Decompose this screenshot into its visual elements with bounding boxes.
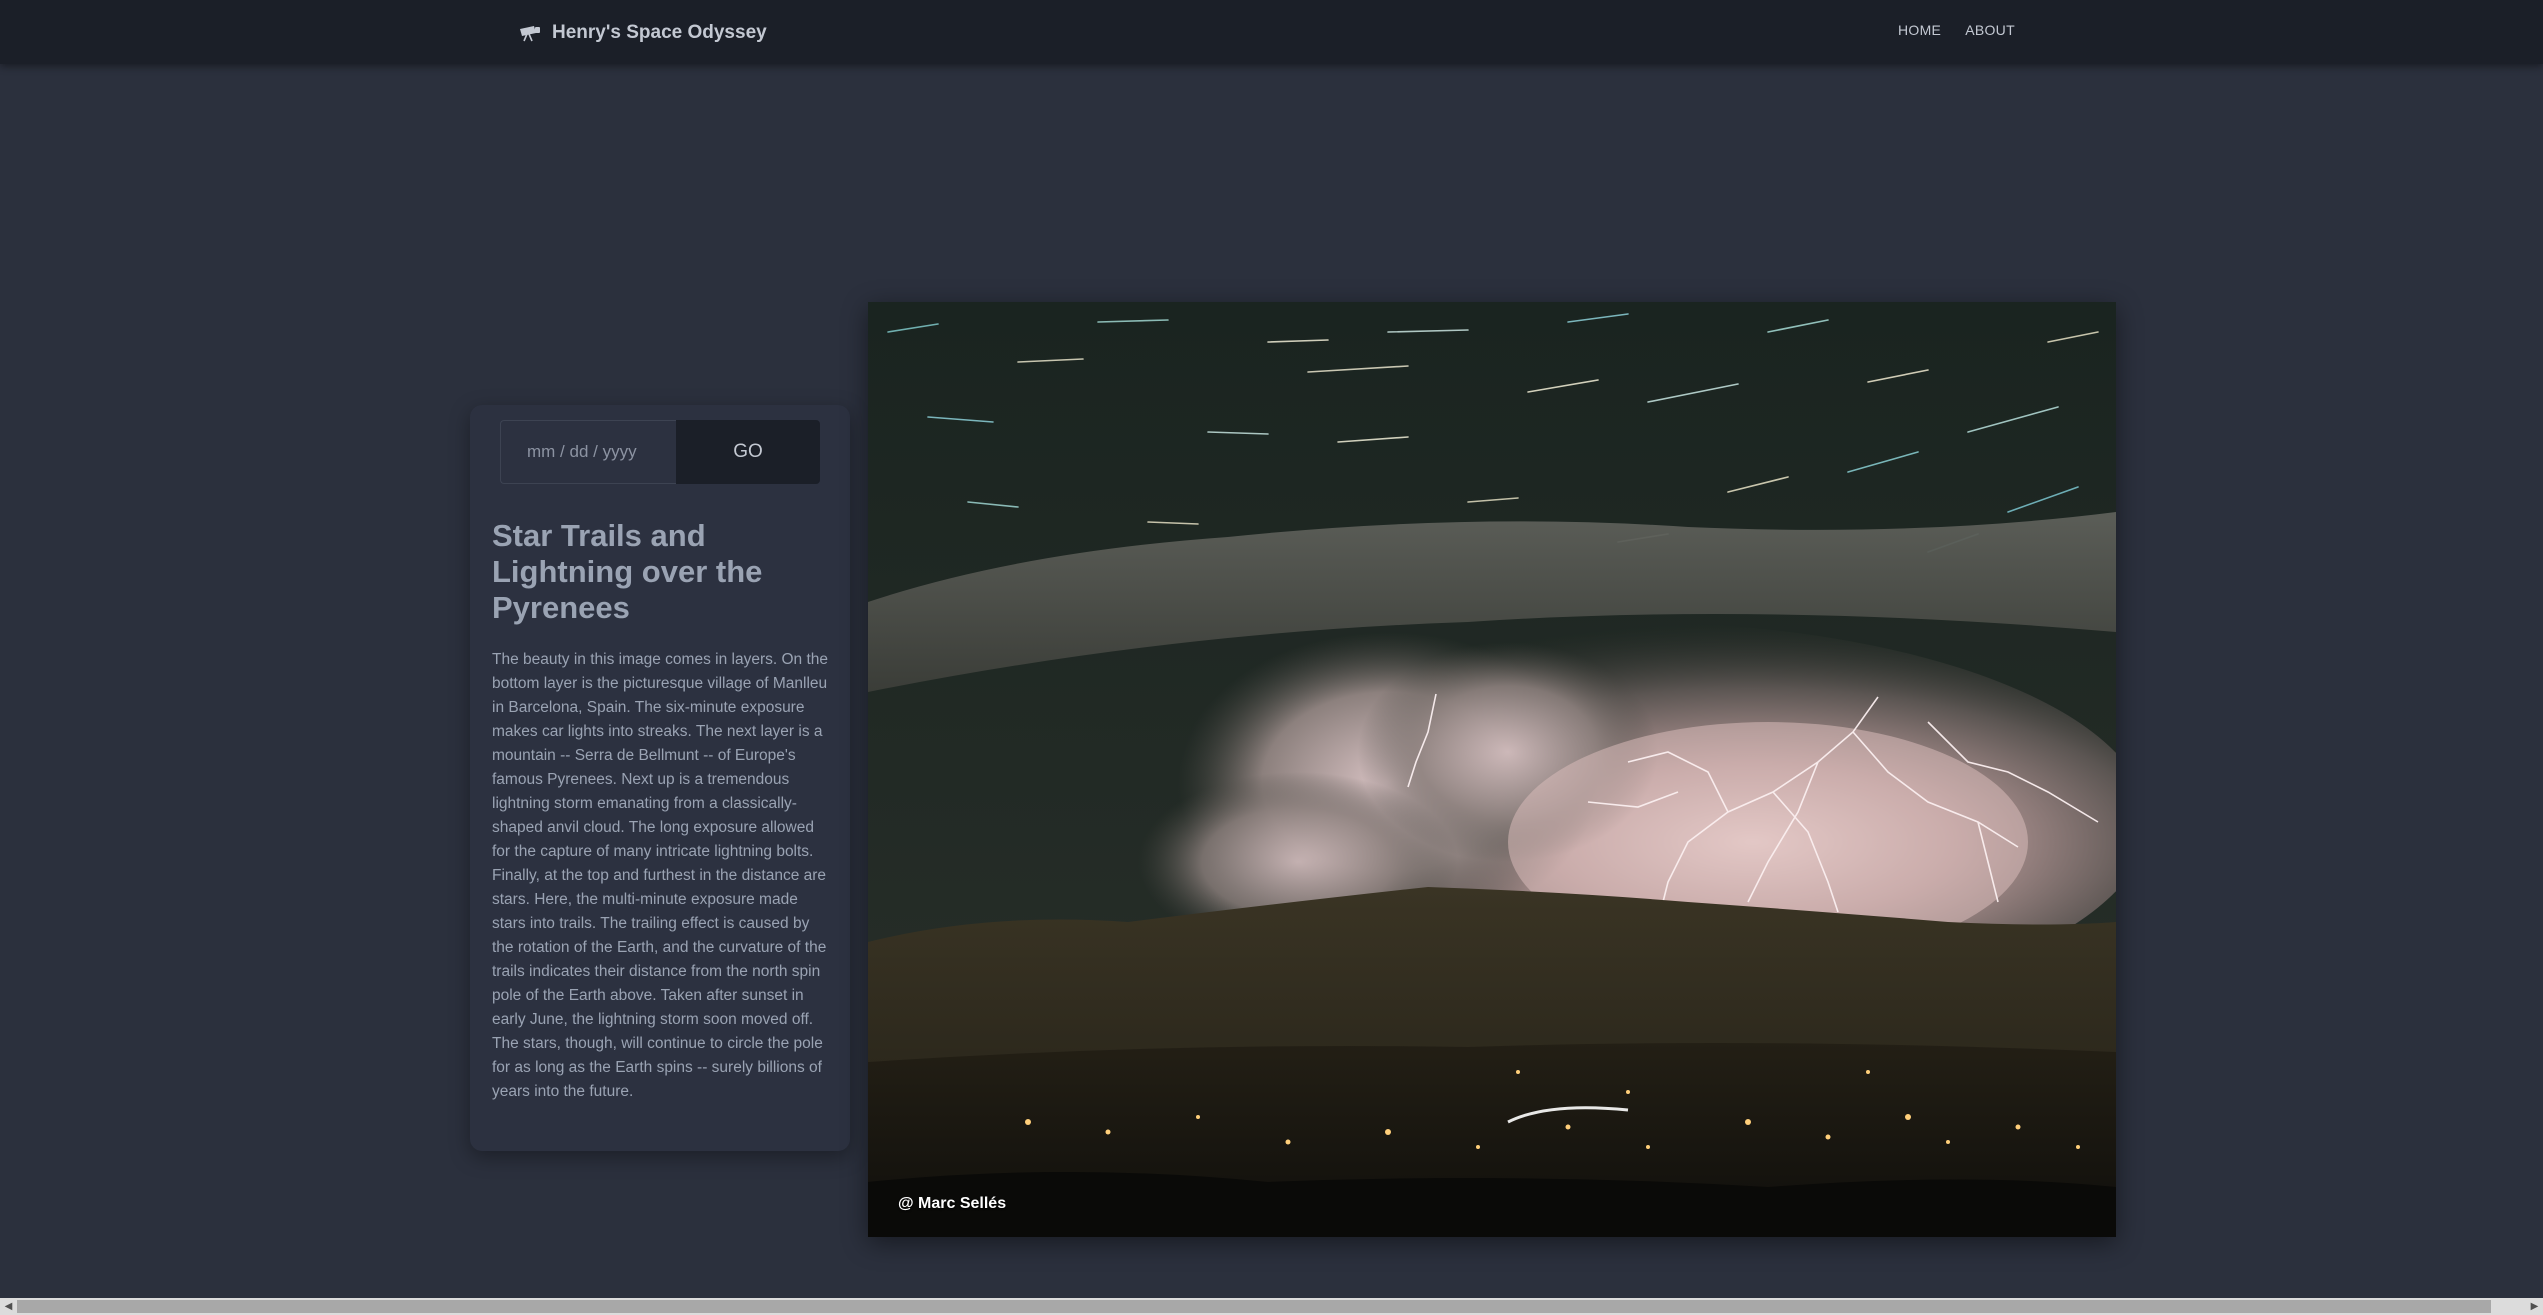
photo-credit: @ Marc Sellés (898, 1195, 1007, 1212)
article-title: Star Trails and Lightning over the Pyren… (492, 518, 763, 625)
nav-about-link[interactable]: ABOUT (1965, 22, 2015, 38)
nav-links: HOME ABOUT (1898, 22, 2015, 38)
horizontal-scrollbar[interactable]: ◀ ▶ (0, 1298, 2543, 1315)
apod-photo: @ Marc Sellés (868, 302, 2116, 1237)
article-description: The beauty in this image comes in layers… (492, 651, 828, 1100)
telescope-icon (518, 24, 542, 42)
date-search-form: GO (500, 420, 820, 484)
date-input[interactable] (500, 420, 676, 484)
top-navbar: Henry's Space Odyssey HOME ABOUT (0, 0, 2543, 64)
brand-title: Henry's Space Odyssey (552, 22, 767, 43)
brand[interactable]: Henry's Space Odyssey (518, 18, 767, 48)
scrollbar-thumb[interactable] (17, 1300, 2491, 1313)
apod-sidebar-card: GO Star Trails and Lightning over the Py… (470, 405, 850, 1151)
scroll-right-arrow-icon[interactable]: ▶ (2526, 1298, 2543, 1315)
astronomy-photo-image (868, 302, 2116, 1237)
nav-home-link[interactable]: HOME (1898, 22, 1941, 38)
go-button[interactable]: GO (676, 420, 820, 484)
scroll-left-arrow-icon[interactable]: ◀ (0, 1298, 17, 1315)
